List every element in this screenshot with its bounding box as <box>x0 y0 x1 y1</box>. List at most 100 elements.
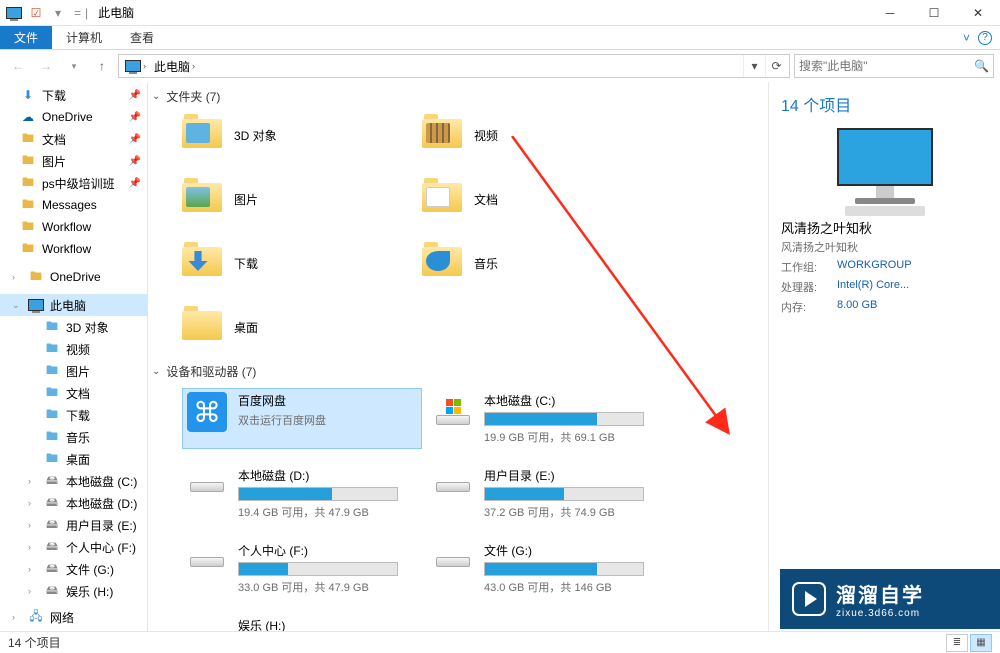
prop-workgroup: 工作组:WORKGROUP <box>781 259 988 275</box>
forward-button[interactable]: → <box>34 54 58 78</box>
sidebar-item-workflow-2[interactable]: 🖿Workflow <box>0 238 147 260</box>
folder-icon: 🖿 <box>44 363 60 379</box>
chevron-right-icon[interactable]: › <box>28 542 38 552</box>
chevron-right-icon[interactable]: › <box>12 612 22 622</box>
folder-documents[interactable]: 文档 <box>422 175 662 223</box>
drive-h[interactable]: 娱乐 (H:) 56.7 GB 可用，共 144 GB <box>182 613 422 631</box>
drive-c[interactable]: 本地磁盘 (C:) 19.9 GB 可用，共 69.1 GB <box>428 388 668 449</box>
tab-view[interactable]: 查看 <box>116 26 168 49</box>
sidebar-item-videos[interactable]: 🖿视频 <box>0 338 147 360</box>
sidebar-item-thispc[interactable]: ⌄此电脑 <box>0 294 147 316</box>
search-input[interactable] <box>799 59 974 73</box>
chevron-right-icon[interactable]: › <box>28 564 38 574</box>
qat-new-folder-icon[interactable]: ▾ <box>50 5 66 21</box>
minimize-button[interactable]: ─ <box>868 0 912 26</box>
maximize-button[interactable]: ☐ <box>912 0 956 26</box>
computer-name-sub: 风清扬之叶知秋 <box>781 239 988 255</box>
prop-memory: 内存:8.00 GB <box>781 299 988 315</box>
address-dropdown-button[interactable]: ▾ <box>743 55 765 77</box>
sidebar-item-pictures[interactable]: 🖿图片📌 <box>0 150 147 172</box>
help-icon[interactable]: ? <box>978 31 992 45</box>
sidebar-item-drive-c[interactable]: ›🖴本地磁盘 (C:) <box>0 470 147 492</box>
drive-icon: 🖴 <box>44 473 60 489</box>
sidebar-item-drive-e[interactable]: ›🖴用户目录 (E:) <box>0 514 147 536</box>
pin-icon: 📌 <box>129 178 141 189</box>
drive-g[interactable]: 文件 (G:) 43.0 GB 可用，共 146 GB <box>428 538 668 599</box>
folder-downloads[interactable]: 下载 <box>182 239 422 287</box>
computer-name: 风清扬之叶知秋 <box>781 218 988 237</box>
address-bar[interactable]: › 此电脑 › ▾ ⟳ <box>118 54 790 78</box>
chevron-right-icon[interactable]: › <box>12 272 22 282</box>
folder-desktop[interactable]: 桌面 <box>182 303 422 351</box>
search-icon[interactable]: 🔍 <box>974 59 989 73</box>
qat-properties-icon[interactable]: ☑ <box>28 5 44 21</box>
drive-f[interactable]: 个人中心 (F:) 33.0 GB 可用，共 47.9 GB <box>182 538 422 599</box>
window-title: 此电脑 <box>98 4 134 21</box>
sidebar-item-workflow-1[interactable]: 🖿Workflow <box>0 216 147 238</box>
group-header-drives-label: 设备和驱动器 (7) <box>166 363 256 380</box>
status-item-count: 14 个项目 <box>8 634 61 651</box>
sidebar-item-drive-f[interactable]: ›🖴个人中心 (F:) <box>0 536 147 558</box>
folder-icon: 🖿 <box>44 341 60 357</box>
sidebar-item-pictures-pc[interactable]: 🖿图片 <box>0 360 147 382</box>
qat-separator: = <box>74 6 81 20</box>
sidebar-item-music[interactable]: 🖿音乐 <box>0 426 147 448</box>
titlebar: ☑ ▾ = | 此电脑 ─ ☐ ✕ <box>0 0 1000 26</box>
sidebar-item-downloads[interactable]: ⬇下载📌 <box>0 84 147 106</box>
tab-file[interactable]: 文件 <box>0 26 52 49</box>
recent-locations-button[interactable]: ▾ <box>62 54 86 78</box>
breadcrumb-root-icon[interactable]: › <box>121 60 150 72</box>
drive-e[interactable]: 用户目录 (E:) 37.2 GB 可用，共 74.9 GB <box>428 463 668 524</box>
sidebar-item-drive-h[interactable]: ›🖴娱乐 (H:) <box>0 580 147 602</box>
folder-3dobjects[interactable]: 3D 对象 <box>182 111 422 159</box>
sidebar-item-onedrive[interactable]: ›🖿OneDrive <box>0 266 147 288</box>
chevron-right-icon[interactable]: › <box>28 586 38 596</box>
chevron-right-icon[interactable]: › <box>28 498 38 508</box>
sidebar-item-drive-g[interactable]: ›🖴文件 (G:) <box>0 558 147 580</box>
group-header-folders-label: 文件夹 (7) <box>166 88 220 105</box>
folder-icon: 🖿 <box>20 175 36 191</box>
content-area: ⌄ 文件夹 (7) 3D 对象 视频 图片 文档 下载 音乐 桌面 ⌄ 设备和驱… <box>148 82 768 631</box>
titlebar-separator: | <box>85 6 88 20</box>
folder-icon: 🖿 <box>20 197 36 213</box>
view-tiles-button[interactable]: ▦ <box>970 634 992 652</box>
drive-icon: 🖴 <box>44 495 60 511</box>
navigation-bar: ← → ▾ ↑ › 此电脑 › ▾ ⟳ 🔍 <box>0 50 1000 82</box>
up-button[interactable]: ↑ <box>90 54 114 78</box>
sidebar-item-network[interactable]: ›🖧网络 <box>0 606 147 628</box>
chevron-right-icon[interactable]: › <box>28 520 38 530</box>
back-button[interactable]: ← <box>6 54 30 78</box>
view-details-button[interactable]: ≣ <box>946 634 968 652</box>
folder-videos[interactable]: 视频 <box>422 111 662 159</box>
chevron-down-icon[interactable]: ⌄ <box>12 300 22 311</box>
sidebar-item-onedrive-quick[interactable]: ☁OneDrive📌 <box>0 106 147 128</box>
ribbon: 文件 计算机 查看 ˅ ? <box>0 26 1000 50</box>
search-box[interactable]: 🔍 <box>794 54 994 78</box>
chevron-right-icon[interactable]: › <box>28 476 38 486</box>
drive-d[interactable]: 本地磁盘 (D:) 19.4 GB 可用，共 47.9 GB <box>182 463 422 524</box>
sidebar-item-downloads-pc[interactable]: 🖿下载 <box>0 404 147 426</box>
watermark-title: 溜溜自学 <box>836 579 924 608</box>
sidebar-item-ps-training[interactable]: 🖿ps中级培训班📌 <box>0 172 147 194</box>
hdd-icon <box>190 482 224 492</box>
navigation-pane: ⬇下载📌 ☁OneDrive📌 🖿文档📌 🖿图片📌 🖿ps中级培训班📌 🖿Mes… <box>0 82 148 631</box>
sidebar-item-documents-pc[interactable]: 🖿文档 <box>0 382 147 404</box>
ribbon-expand-icon[interactable]: ˅ <box>963 31 970 45</box>
folder-music[interactable]: 音乐 <box>422 239 662 287</box>
sidebar-item-3dobjects[interactable]: 🖿3D 对象 <box>0 316 147 338</box>
tab-computer[interactable]: 计算机 <box>52 26 116 49</box>
close-button[interactable]: ✕ <box>956 0 1000 26</box>
breadcrumb-thispc[interactable]: 此电脑 › <box>150 58 199 75</box>
sidebar-item-messages[interactable]: 🖿Messages <box>0 194 147 216</box>
sidebar-item-drive-d[interactable]: ›🖴本地磁盘 (D:) <box>0 492 147 514</box>
sidebar-item-documents[interactable]: 🖿文档📌 <box>0 128 147 150</box>
sidebar-item-desktop[interactable]: 🖿桌面 <box>0 448 147 470</box>
folder-icon: 🖿 <box>20 131 36 147</box>
folder-pictures[interactable]: 图片 <box>182 175 422 223</box>
group-header-drives[interactable]: ⌄ 设备和驱动器 (7) <box>148 361 768 386</box>
group-header-folders[interactable]: ⌄ 文件夹 (7) <box>148 86 768 111</box>
onedrive-icon: ☁ <box>20 109 36 125</box>
network-icon: 🖧 <box>28 609 44 625</box>
refresh-button[interactable]: ⟳ <box>765 55 787 77</box>
drive-baidupan[interactable]: ⌘ 百度网盘 双击运行百度网盘 <box>182 388 422 449</box>
